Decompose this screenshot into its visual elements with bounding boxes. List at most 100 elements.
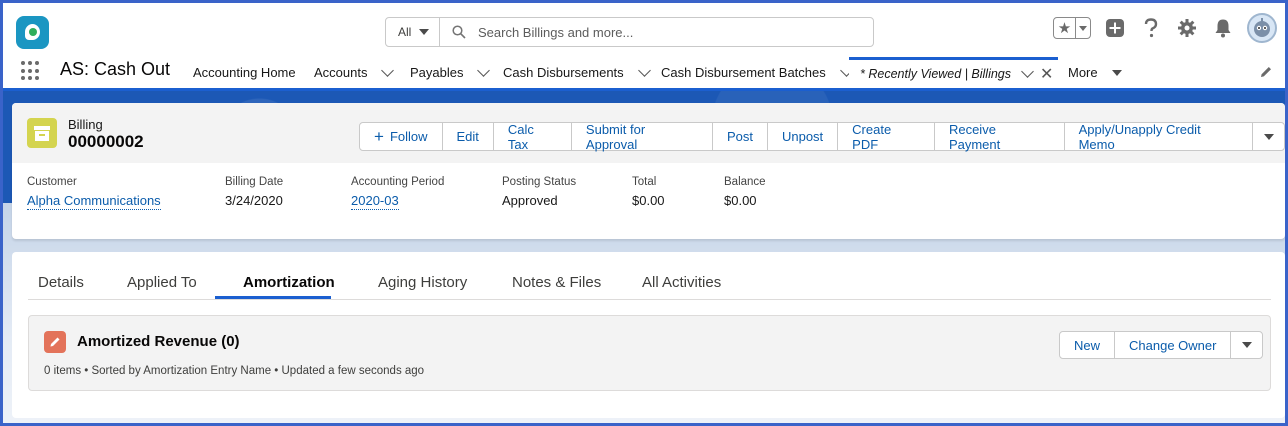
active-tab-indicator bbox=[215, 296, 331, 299]
related-list-title[interactable]: Amortized Revenue (0) bbox=[77, 333, 240, 350]
chevron-down-icon bbox=[1079, 25, 1087, 31]
follow-button[interactable]: + Follow bbox=[360, 123, 443, 150]
field-label: Billing Date bbox=[225, 176, 284, 188]
pencil-icon bbox=[44, 331, 66, 353]
field-label: Total bbox=[632, 176, 657, 188]
create-pdf-button[interactable]: Create PDF bbox=[838, 121, 935, 152]
new-button[interactable]: New bbox=[1060, 332, 1116, 358]
search-input[interactable] bbox=[478, 18, 873, 46]
chevron-down-icon bbox=[1111, 69, 1122, 76]
favorites-menu-button[interactable] bbox=[1076, 18, 1090, 38]
apply-credit-label: Apply/Unapply Credit Memo bbox=[1078, 121, 1201, 152]
search-scope-select[interactable]: All bbox=[386, 18, 440, 46]
search-icon bbox=[440, 18, 478, 46]
favorites-star-icon[interactable]: ★ bbox=[1054, 18, 1076, 38]
chevron-down-icon[interactable] bbox=[637, 63, 651, 77]
nav-item-accounts[interactable]: Accounts bbox=[314, 57, 395, 88]
record-name: 00000002 bbox=[68, 132, 144, 151]
tab-bar: Details Applied To Amortization Aging Hi… bbox=[28, 266, 1271, 300]
field-balance: Balance $0.00 bbox=[724, 176, 766, 208]
change-owner-label: Change Owner bbox=[1129, 337, 1217, 353]
plus-icon: + bbox=[374, 127, 384, 146]
follow-label: Follow bbox=[389, 129, 428, 144]
chevron-down-icon bbox=[1241, 342, 1252, 348]
unpost-label: Unpost bbox=[781, 129, 824, 144]
search-scope-label: All bbox=[398, 25, 412, 39]
nav-item-label: Accounts bbox=[314, 65, 368, 80]
edit-label: Edit bbox=[456, 129, 479, 144]
more-actions-button[interactable] bbox=[1253, 123, 1284, 150]
nav-item-label: Cash Disbursements bbox=[503, 65, 624, 80]
global-search: All bbox=[385, 17, 874, 47]
tab-amortization[interactable]: Amortization bbox=[243, 274, 335, 291]
record-header: Billing 00000002 + Follow Edit Calc Tax … bbox=[12, 103, 1285, 163]
chevron-down-icon bbox=[1263, 133, 1274, 140]
nav-item-cash-disbursement-batches[interactable]: Cash Disbursement Batches bbox=[661, 57, 853, 88]
field-label: Accounting Period bbox=[351, 176, 445, 188]
tab-aging-history[interactable]: Aging History bbox=[378, 274, 467, 291]
field-billing-date: Billing Date 3/24/2020 bbox=[225, 176, 283, 208]
post-button[interactable]: Post bbox=[712, 123, 768, 150]
app-window: All ★ bbox=[0, 0, 1288, 426]
new-label: New bbox=[1074, 337, 1101, 353]
nav-item-accounting-home[interactable]: Accounting Home bbox=[193, 57, 296, 88]
app-name: AS: Cash Out bbox=[60, 59, 171, 79]
user-avatar[interactable] bbox=[1247, 13, 1277, 43]
global-actions-icon[interactable] bbox=[1103, 16, 1127, 40]
edit-button[interactable]: Edit bbox=[442, 123, 494, 150]
submit-for-approval-button[interactable]: Submit for Approval bbox=[571, 122, 713, 152]
apply-credit-memo-button[interactable]: Apply/Unapply Credit Memo bbox=[1064, 121, 1254, 152]
field-value: $0.00 bbox=[724, 193, 757, 208]
record-highlights-panel: Billing 00000002 + Follow Edit Calc Tax … bbox=[12, 103, 1285, 239]
chevron-down-icon bbox=[419, 29, 430, 35]
app-navigation-bar: AS: Cash Out Accounting Home Accounts Pa… bbox=[3, 57, 1285, 91]
nav-more-label: More bbox=[1068, 65, 1098, 80]
chevron-down-icon[interactable] bbox=[1021, 65, 1034, 78]
record-tabs-panel: Details Applied To Amortization Aging Hi… bbox=[12, 252, 1285, 418]
nav-item-cash-disbursements[interactable]: Cash Disbursements bbox=[503, 57, 651, 88]
nav-tab-recently-viewed-billings[interactable]: * Recently Viewed | Billings ✕ bbox=[849, 57, 1058, 88]
calc-tax-label: Calc Tax bbox=[507, 121, 534, 152]
accounting-period-link[interactable]: 2020-03 bbox=[351, 193, 399, 210]
favorites-button-group: ★ bbox=[1053, 17, 1091, 39]
close-icon[interactable]: ✕ bbox=[1040, 64, 1053, 84]
related-list-amortized-revenue: Amortized Revenue (0) 0 items • Sorted b… bbox=[28, 315, 1271, 391]
field-posting-status: Posting Status Approved bbox=[502, 176, 576, 208]
field-label: Balance bbox=[724, 176, 766, 188]
tab-notes-files[interactable]: Notes & Files bbox=[512, 274, 601, 291]
edit-nav-pencil-icon[interactable] bbox=[1259, 65, 1273, 79]
customer-link[interactable]: Alpha Communications bbox=[27, 193, 161, 210]
field-accounting-period: Accounting Period 2020-03 bbox=[351, 176, 444, 210]
record-action-buttons: + Follow Edit Calc Tax Submit for Approv… bbox=[359, 121, 1285, 152]
change-owner-button[interactable]: Change Owner bbox=[1115, 332, 1232, 358]
nav-item-label: Accounting Home bbox=[193, 65, 296, 80]
nav-item-payables[interactable]: Payables bbox=[410, 57, 491, 88]
field-label: Customer bbox=[27, 176, 77, 188]
field-label: Posting Status bbox=[502, 176, 577, 188]
receive-payment-button[interactable]: Receive Payment bbox=[934, 122, 1065, 152]
nav-more-menu[interactable]: More bbox=[1068, 57, 1122, 88]
chevron-down-icon[interactable] bbox=[381, 63, 395, 77]
unpost-button[interactable]: Unpost bbox=[767, 123, 839, 150]
nav-item-label: Cash Disbursement Batches bbox=[661, 65, 826, 80]
chevron-down-icon[interactable] bbox=[477, 63, 491, 77]
field-value: 3/24/2020 bbox=[225, 193, 283, 208]
create-pdf-label: Create PDF bbox=[852, 121, 892, 152]
notifications-bell-icon[interactable] bbox=[1211, 16, 1235, 40]
app-logo[interactable] bbox=[16, 16, 49, 49]
tab-details[interactable]: Details bbox=[38, 274, 84, 291]
global-header: All ★ bbox=[3, 3, 1285, 57]
app-launcher-waffle-icon[interactable] bbox=[21, 61, 41, 81]
tab-applied-to[interactable]: Applied To bbox=[127, 274, 197, 291]
help-icon[interactable] bbox=[1139, 16, 1163, 40]
setup-gear-icon[interactable] bbox=[1175, 16, 1199, 40]
field-customer: Customer Alpha Communications bbox=[27, 176, 161, 210]
billing-archive-icon bbox=[27, 118, 57, 148]
calc-tax-button[interactable]: Calc Tax bbox=[493, 121, 572, 152]
tab-all-activities[interactable]: All Activities bbox=[642, 274, 721, 291]
nav-item-label: Payables bbox=[410, 65, 464, 80]
record-highlight-fields: Customer Alpha Communications Billing Da… bbox=[27, 176, 1267, 226]
nav-active-label: * Recently Viewed | Billings bbox=[860, 67, 1012, 81]
related-more-actions-button[interactable] bbox=[1231, 332, 1263, 358]
field-total: Total $0.00 bbox=[632, 176, 665, 208]
